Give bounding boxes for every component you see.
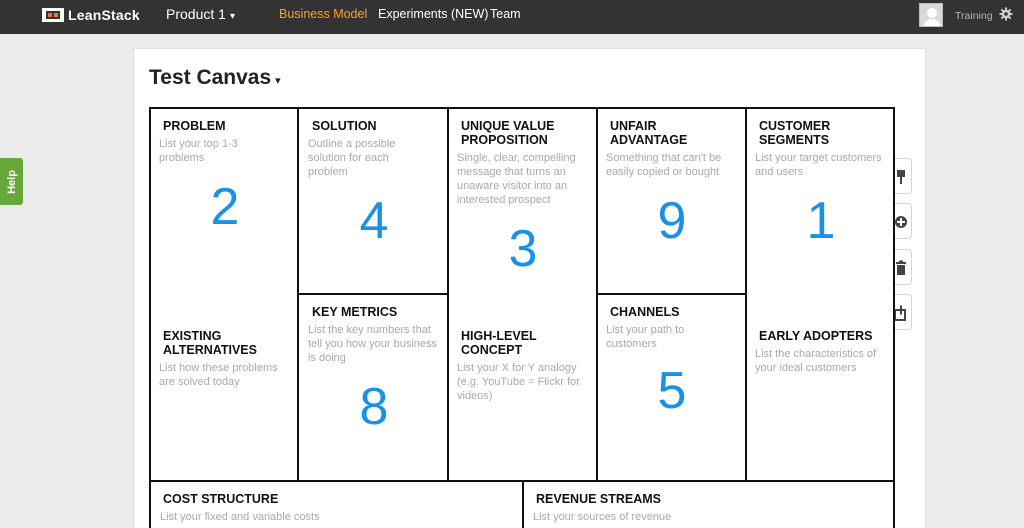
early-adopters-hint: List the characteristics of your ideal c… [755,348,877,374]
customer-segments-title: CUSTOMER SEGMENTS [759,119,831,147]
canvas-title-text: Test Canvas [149,66,272,89]
uvp-count[interactable]: 3 [483,223,563,275]
brand-name: LeanStack [68,7,140,23]
block-unique-value-proposition[interactable]: UNIQUE VALUE PROPOSITION Single, clear, … [449,109,598,480]
nav-experiments[interactable]: Experiments (NEW) [378,7,488,21]
revenue-streams-title: REVENUE STREAMS [536,492,662,506]
logo[interactable]: LeanStack [42,6,140,24]
high-level-concept-title: HIGH-LEVEL CONCEPT [461,329,537,357]
problem-hint: List your top 1-3 problems [159,138,238,164]
product-menu-label: Product 1 [166,6,226,22]
chevron-down-icon: ▾ [275,75,281,87]
customer-segments-count[interactable]: 1 [781,195,861,247]
solution-count[interactable]: 4 [334,195,414,247]
uvp-hint: Single, clear, compelling message that t… [457,152,576,206]
high-level-concept-hint: List your X for Y analogy (e.g. YouTube … [457,362,580,402]
problem-count[interactable]: 2 [185,181,265,233]
problem-title: PROBLEM [163,119,226,133]
block-cost-structure[interactable]: COST STRUCTURE List your fixed and varia… [151,480,524,528]
pin-icon [897,170,905,184]
key-metrics-hint: List the key numbers that tell you how y… [308,324,438,364]
unfair-advantage-title: UNFAIR ADVANTAGE [610,119,688,147]
key-metrics-count[interactable]: 8 [334,381,414,433]
leanstack-logo-icon [42,8,64,22]
block-solution[interactable]: SOLUTION Outline a possible solution for… [299,109,449,295]
channels-hint: List your path to customers [606,324,685,350]
solution-hint: Outline a possible solution for each pro… [308,138,396,178]
chevron-down-icon: ▾ [229,11,235,22]
channels-count[interactable]: 5 [632,365,712,417]
gear-icon[interactable] [999,7,1013,21]
lean-canvas-grid: PROBLEM List your top 1-3 problems 2 EXI… [149,107,895,528]
existing-alternatives-title: EXISTING ALTERNATIVES [163,329,257,357]
block-channels[interactable]: CHANNELS List your path to customers 5 [598,295,747,480]
top-nav-bar: LeanStack Product 1 ▾ Business Model Expe… [0,0,1024,34]
early-adopters-title: EARLY ADOPTERS [759,329,873,343]
nav-team[interactable]: Team [490,7,521,21]
customer-segments-hint: List your target customers and users [755,152,882,178]
key-metrics-title: KEY METRICS [312,305,398,319]
block-key-metrics[interactable]: KEY METRICS List the key numbers that te… [299,295,449,480]
add-icon [895,216,907,228]
unfair-advantage-hint: Something that can't be easily copied or… [606,152,722,178]
product-menu[interactable]: Product 1 ▾ [166,6,235,22]
avatar[interactable] [919,3,943,27]
solution-title: SOLUTION [312,119,377,133]
canvas-title[interactable]: Test Canvas ▾ [149,66,281,90]
nav-business-model[interactable]: Business Model [279,7,367,21]
help-label: Help [5,169,18,194]
channels-title: CHANNELS [610,305,680,319]
block-unfair-advantage[interactable]: UNFAIR ADVANTAGE Something that can't be… [598,109,747,295]
unfair-advantage-count[interactable]: 9 [632,195,712,247]
help-tab[interactable]: Help [0,158,23,205]
cost-structure-hint: List your fixed and variable costs [160,511,320,523]
revenue-streams-hint: List your sources of revenue [533,511,672,523]
existing-alternatives-hint: List how these problems are solved today [159,362,278,388]
training-link[interactable]: Training [955,10,993,22]
block-revenue-streams[interactable]: REVENUE STREAMS List your sources of rev… [524,480,893,528]
cost-structure-title: COST STRUCTURE [163,492,279,506]
uvp-title: UNIQUE VALUE PROPOSITION [461,119,555,147]
trash-icon [896,260,906,275]
export-icon [894,305,906,321]
block-customer-segments[interactable]: CUSTOMER SEGMENTS List your target custo… [747,109,893,480]
block-problem[interactable]: PROBLEM List your top 1-3 problems 2 EXI… [151,109,299,480]
